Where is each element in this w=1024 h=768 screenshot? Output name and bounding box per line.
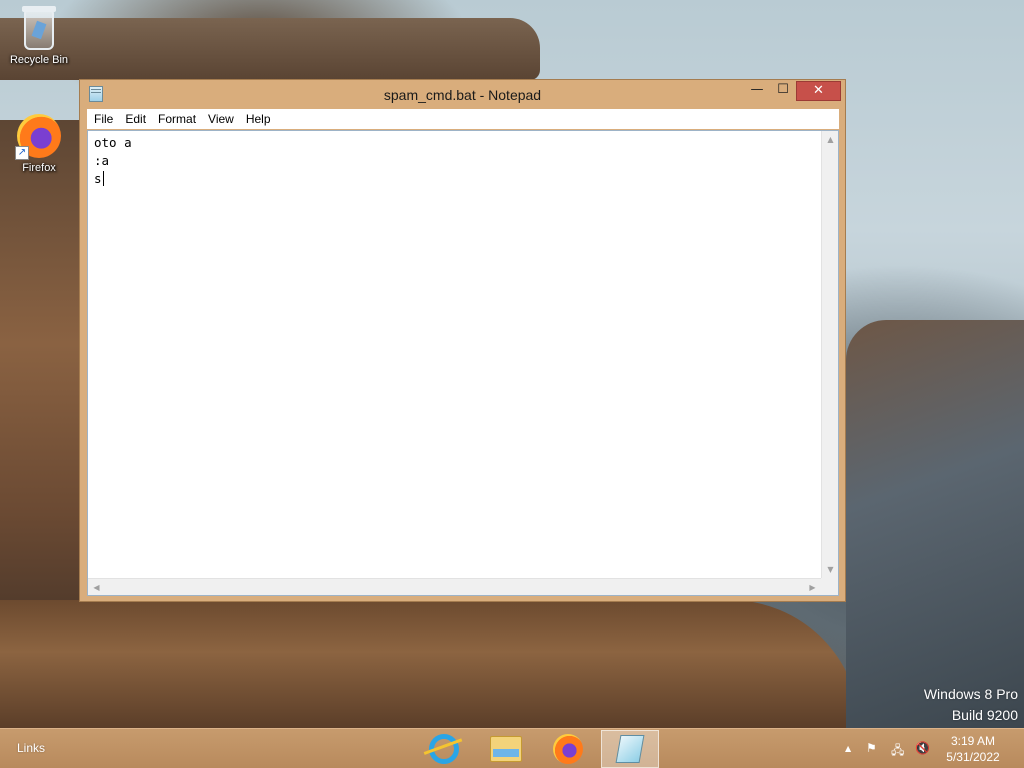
menu-edit[interactable]: Edit bbox=[119, 109, 152, 129]
menu-file[interactable]: File bbox=[87, 109, 119, 129]
volume-muted-icon[interactable]: 🔇 bbox=[915, 741, 930, 755]
recycle-bin-icon bbox=[22, 6, 56, 50]
firefox-icon: ↗ bbox=[15, 114, 61, 160]
menu-view[interactable]: View bbox=[202, 109, 240, 129]
horizontal-scrollbar[interactable]: ◀ ▶ bbox=[88, 578, 821, 595]
desktop-icon-recycle-bin[interactable]: Recycle Bin bbox=[1, 6, 77, 66]
desktop-icon-label: Recycle Bin bbox=[9, 54, 69, 66]
internet-explorer-icon bbox=[429, 734, 459, 764]
firefox-icon bbox=[553, 734, 583, 764]
text-line: :a bbox=[94, 153, 110, 168]
close-button[interactable]: ✕ bbox=[796, 81, 841, 101]
network-icon[interactable]: 🖧 bbox=[891, 741, 904, 762]
scroll-down-icon[interactable]: ▼ bbox=[822, 561, 839, 578]
clock-date: 5/31/2022 bbox=[946, 750, 1000, 764]
links-toolbar[interactable]: Links bbox=[17, 741, 45, 755]
clock[interactable]: 3:19 AM 5/31/2022 bbox=[936, 733, 1010, 765]
action-center-flag-icon[interactable]: ⚑ bbox=[866, 741, 877, 755]
wallpaper-rock bbox=[0, 18, 540, 80]
taskbar: Links ▲ ⚑ 🖧 🔇 3:19 AM 5/31/2022 bbox=[0, 728, 1024, 768]
scroll-up-icon[interactable]: ▲ bbox=[822, 131, 839, 148]
menu-bar: File Edit Format View Help bbox=[87, 109, 839, 129]
file-explorer-icon bbox=[490, 736, 522, 762]
text-line: oto a bbox=[94, 135, 132, 150]
wallpaper-rock bbox=[0, 120, 90, 680]
vertical-scrollbar[interactable]: ▲ ▼ bbox=[821, 131, 838, 578]
wallpaper-rock bbox=[0, 600, 860, 730]
notepad-window: spam_cmd.bat - Notepad — ☐ ✕ File Edit F… bbox=[79, 79, 846, 602]
taskbar-firefox[interactable] bbox=[539, 730, 597, 768]
watermark-build: Build 9200 bbox=[951, 707, 1018, 723]
menu-format[interactable]: Format bbox=[152, 109, 202, 129]
watermark-edition: Windows 8 Pro bbox=[923, 686, 1018, 702]
minimize-button[interactable]: — bbox=[744, 81, 770, 101]
taskbar-notepad[interactable] bbox=[601, 730, 659, 768]
text-editor[interactable]: oto a :a s ▲ ▼ ◀ ▶ bbox=[87, 130, 839, 596]
taskbar-file-explorer[interactable] bbox=[477, 730, 535, 768]
windows-watermark: Windows 8 Pro Build 9200 bbox=[924, 684, 1018, 726]
show-hidden-icons-chevron-icon[interactable]: ▲ bbox=[845, 744, 851, 753]
taskbar-internet-explorer[interactable] bbox=[415, 730, 473, 768]
desktop-icon-firefox[interactable]: ↗ Firefox bbox=[1, 114, 77, 174]
clock-time: 3:19 AM bbox=[950, 734, 996, 748]
shortcut-arrow-icon: ↗ bbox=[15, 146, 29, 160]
wallpaper-rock bbox=[846, 320, 1024, 730]
title-bar[interactable]: spam_cmd.bat - Notepad — ☐ ✕ bbox=[80, 80, 845, 108]
scroll-right-icon[interactable]: ▶ bbox=[804, 579, 821, 596]
scroll-left-icon[interactable]: ◀ bbox=[88, 579, 105, 596]
editor-text[interactable]: oto a :a s bbox=[94, 134, 820, 577]
text-caret bbox=[102, 171, 104, 186]
window-title: spam_cmd.bat - Notepad bbox=[383, 87, 542, 103]
notepad-icon bbox=[615, 735, 645, 763]
scroll-corner bbox=[821, 578, 838, 595]
menu-help[interactable]: Help bbox=[240, 109, 277, 129]
text-line: s bbox=[94, 171, 102, 186]
desktop-icon-label: Firefox bbox=[22, 162, 56, 174]
maximize-button[interactable]: ☐ bbox=[770, 81, 796, 101]
